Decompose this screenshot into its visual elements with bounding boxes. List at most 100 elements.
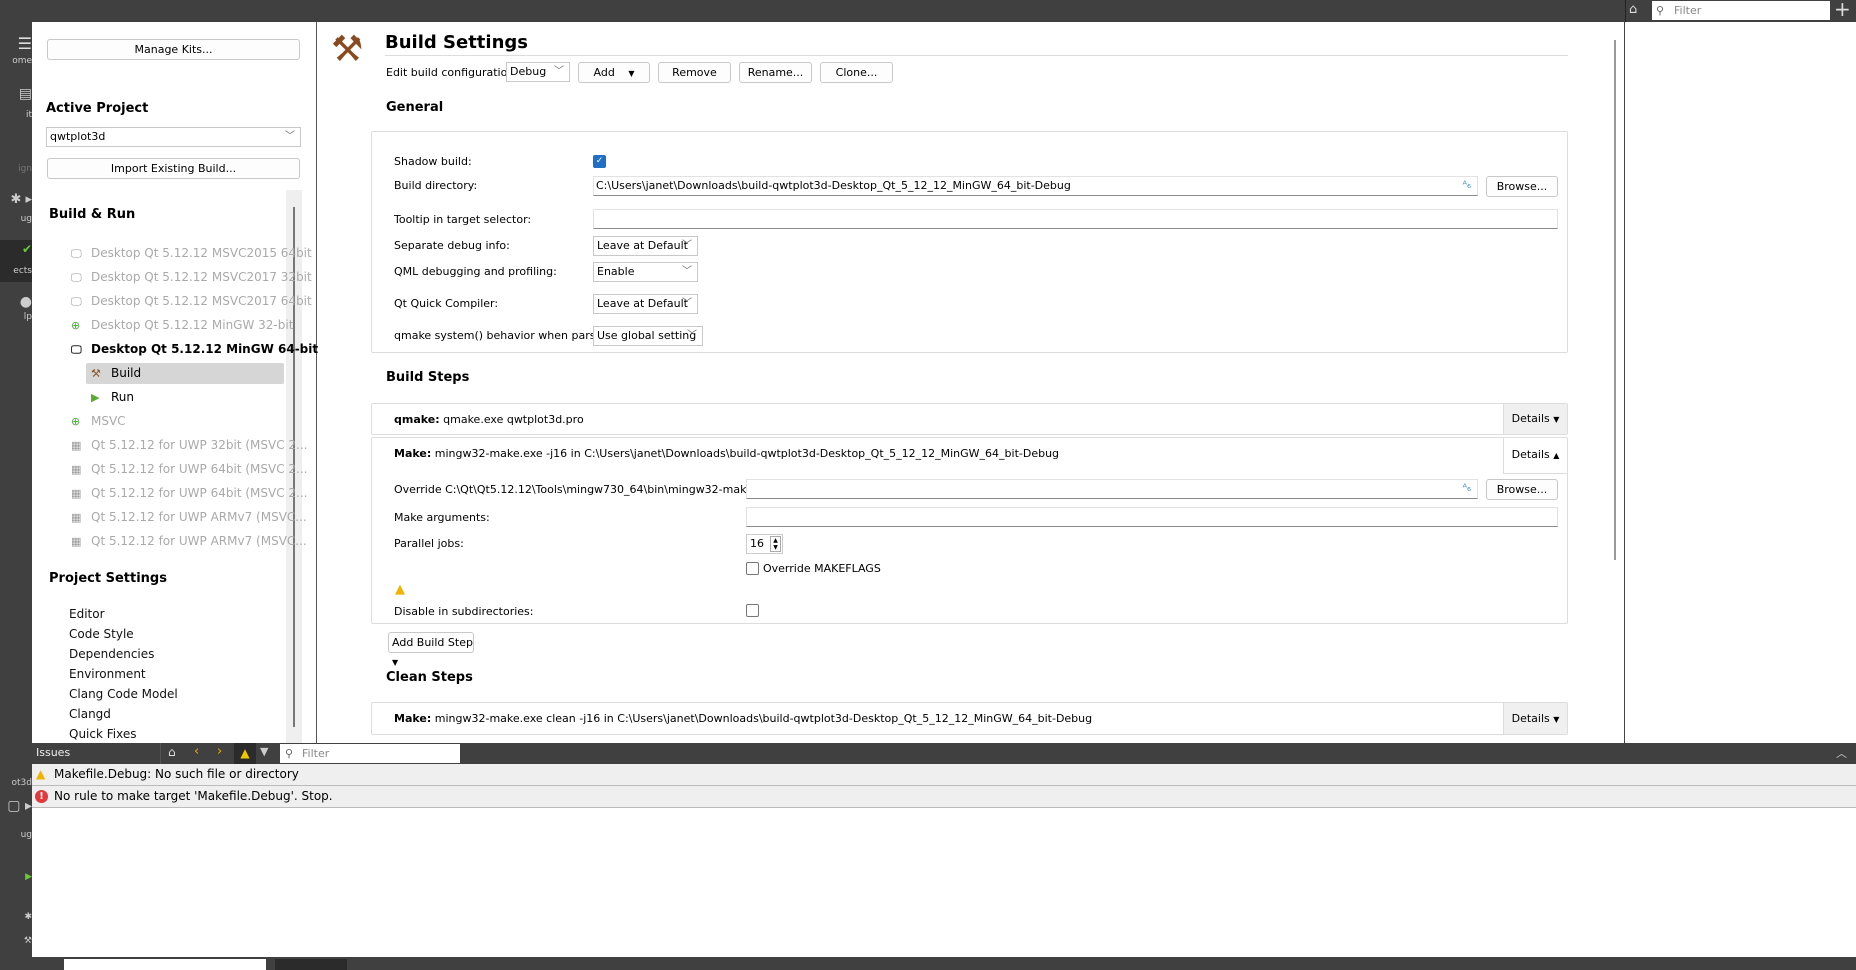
search-icon: ⚲ bbox=[1656, 4, 1665, 17]
mode-welcome[interactable]: ome bbox=[0, 56, 32, 66]
tooltip-input[interactable] bbox=[593, 209, 1558, 229]
qmake-system-select[interactable]: Use global setting ﹀ bbox=[593, 326, 703, 346]
mode-projects[interactable]: ects bbox=[0, 266, 32, 276]
previous-icon[interactable]: ‹ bbox=[194, 744, 199, 759]
issue-row-error[interactable]: ! No rule to make target 'Makefile.Debug'… bbox=[32, 786, 1856, 808]
maximize-pane-icon[interactable]: ︿ bbox=[1836, 745, 1847, 761]
build-dir-input[interactable]: C:\Users\janet\Downloads\build-qwtplot3d… bbox=[593, 176, 1478, 196]
qt-quick-compiler-select[interactable]: Leave at Default ﹀ bbox=[593, 294, 698, 314]
override-makeflags-checkbox[interactable] bbox=[746, 562, 759, 575]
collapse-arrow-icon: ▲ bbox=[1553, 451, 1560, 460]
sidebar-item-clangd[interactable]: Clangd bbox=[69, 707, 111, 721]
edit-icon[interactable]: ▤ bbox=[0, 86, 32, 102]
variable-chooser-icon[interactable]: ᴬ₆ bbox=[1463, 177, 1471, 195]
rename-config-button[interactable]: Rename... bbox=[739, 62, 812, 83]
mode-design[interactable]: ign bbox=[0, 164, 32, 174]
kit-item[interactable]: ⊕ MSVC bbox=[71, 411, 126, 431]
main-scrollbar[interactable] bbox=[1610, 40, 1620, 560]
output-tab-issues[interactable] bbox=[275, 959, 347, 970]
chevron-down-icon: ﹀ bbox=[682, 266, 692, 277]
clear-icon[interactable]: ⌂ bbox=[1629, 2, 1637, 17]
qmake-details-button[interactable]: Details ▼ bbox=[1503, 404, 1567, 434]
kit-item[interactable]: ⊕ Desktop Qt 5.12.12 MinGW 32-bit bbox=[71, 315, 293, 335]
edit-config-label: Edit build configuration: bbox=[386, 66, 519, 79]
sidebar-item-code-style[interactable]: Code Style bbox=[69, 627, 134, 641]
parallel-jobs-spinbox[interactable]: 16 ▲ ▼ bbox=[746, 534, 783, 554]
make-step: Make: mingw32-make.exe -j16 in C:\Users\… bbox=[371, 437, 1568, 624]
make-details-button[interactable]: Details ▲ bbox=[1503, 438, 1567, 474]
build-icon[interactable]: ⚒ bbox=[0, 936, 32, 946]
mode-help[interactable]: lp bbox=[0, 312, 32, 322]
locator-input[interactable] bbox=[64, 959, 266, 970]
mode-debug[interactable]: ug bbox=[0, 214, 32, 224]
kit-item[interactable]: ▦ Qt 5.12.12 for UWP 32bit (MSVC 2... bbox=[71, 435, 307, 455]
issues-filter-input[interactable]: ⚲ Filter bbox=[280, 744, 460, 763]
clear-icon[interactable]: ⌂ bbox=[168, 745, 176, 759]
chevron-down-icon: ﹀ bbox=[285, 131, 295, 142]
kit-item[interactable]: ▦ Qt 5.12.12 for UWP ARMv7 (MSVC... bbox=[71, 531, 307, 551]
kit-item[interactable]: ▦ Qt 5.12.12 for UWP 64bit (MSVC 2... bbox=[71, 459, 307, 479]
clone-config-button[interactable]: Clone... bbox=[820, 62, 893, 83]
shadow-build-checkbox[interactable]: ✓ bbox=[593, 155, 606, 168]
override-make-input[interactable]: ᴬ₆ bbox=[746, 479, 1478, 499]
sidebar-item-dependencies[interactable]: Dependencies bbox=[69, 647, 154, 661]
chevron-down-icon: ﹀ bbox=[687, 330, 697, 341]
kit-item[interactable]: ▦ Qt 5.12.12 for UWP 64bit (MSVC 2... bbox=[71, 483, 307, 503]
monitor-warning-icon: 🖵 bbox=[71, 247, 82, 260]
add-config-button[interactable]: Add ▼ bbox=[578, 62, 650, 83]
monitor-icon: 🖵 bbox=[71, 343, 82, 356]
build-config-selector[interactable]: Debug ﹀ bbox=[506, 62, 570, 82]
filter-icon[interactable]: ▼ bbox=[260, 745, 268, 758]
target-device-icon[interactable]: ▢ ▸ bbox=[0, 798, 32, 814]
build-run-heading: Build & Run bbox=[49, 207, 136, 222]
windows-warning-icon: ▦ bbox=[71, 463, 82, 476]
debug-run-icon[interactable]: ✱ bbox=[0, 912, 32, 922]
clean-details-button[interactable]: Details ▼ bbox=[1503, 703, 1567, 734]
disable-subdirs-checkbox[interactable] bbox=[746, 604, 759, 617]
next-icon[interactable]: › bbox=[217, 744, 222, 759]
kit-item[interactable]: ▦ Qt 5.12.12 for UWP ARMv7 (MSVC... bbox=[71, 507, 307, 527]
add-build-step-button[interactable]: Add Build Step ▼ bbox=[388, 632, 474, 667]
sidebar-item-quick-fixes[interactable]: Quick Fixes bbox=[69, 727, 136, 741]
title-divider bbox=[385, 55, 1568, 56]
error-icon: ! bbox=[35, 790, 48, 803]
sidebar-item-editor[interactable]: Editor bbox=[69, 607, 105, 621]
debug-icon[interactable]: ✱ ▸ bbox=[0, 192, 32, 207]
general-group bbox=[371, 131, 1568, 353]
sidebar-item-clang-code-model[interactable]: Clang Code Model bbox=[69, 687, 178, 701]
variable-chooser-icon[interactable]: ᴬ₆ bbox=[1463, 480, 1471, 498]
run-icon[interactable]: ▶ bbox=[0, 872, 32, 882]
spin-arrows-icon[interactable]: ▲ ▼ bbox=[770, 536, 781, 552]
remove-config-button[interactable]: Remove bbox=[658, 62, 731, 83]
project-selector[interactable]: qwtplot3d ﹀ bbox=[46, 127, 301, 147]
dropdown-arrow-icon: ▼ bbox=[628, 69, 635, 78]
make-arguments-input[interactable] bbox=[746, 507, 1558, 527]
sidebar-item-run[interactable]: ▶ Run bbox=[91, 387, 134, 407]
chevron-down-icon: ﹀ bbox=[554, 66, 564, 77]
browse-make-button[interactable]: Browse... bbox=[1486, 479, 1558, 500]
separate-debug-select[interactable]: Leave at Default ﹀ bbox=[593, 236, 698, 256]
sidebar-item-environment[interactable]: Environment bbox=[69, 667, 146, 681]
sidebar-item-build[interactable]: ⚒ Build bbox=[91, 363, 141, 383]
right-filter-input[interactable]: ⚲ Filter bbox=[1652, 1, 1830, 20]
kit-item-active[interactable]: 🖵 Desktop Qt 5.12.12 MinGW 64-bit bbox=[71, 339, 318, 359]
target-project[interactable]: ot3d bbox=[0, 778, 32, 788]
projects-icon[interactable]: ✔ bbox=[0, 242, 32, 256]
kit-item[interactable]: 🖵 Desktop Qt 5.12.12 MSVC2015 64bit bbox=[71, 243, 312, 263]
browse-build-dir-button[interactable]: Browse... bbox=[1486, 176, 1558, 197]
manage-kits-button[interactable]: Manage Kits... bbox=[47, 39, 300, 60]
monitor-warning-icon: 🖵 bbox=[71, 295, 82, 308]
kit-item[interactable]: 🖵 Desktop Qt 5.12.12 MSVC2017 32bit bbox=[71, 267, 312, 287]
home-icon[interactable]: ☰ bbox=[0, 34, 32, 53]
windows-warning-icon: ▦ bbox=[71, 487, 82, 500]
qml-debugging-select[interactable]: Enable ﹀ bbox=[593, 262, 698, 282]
help-icon[interactable]: ● bbox=[0, 294, 32, 310]
add-icon[interactable]: + bbox=[1834, 0, 1851, 21]
kit-item[interactable]: 🖵 Desktop Qt 5.12.12 MSVC2017 64bit bbox=[71, 291, 312, 311]
page-title: Build Settings bbox=[385, 32, 528, 53]
hammer-icon: ⚒ bbox=[91, 367, 101, 380]
issue-row-warning[interactable]: ▲ Makefile.Debug: No such file or directo… bbox=[32, 764, 1856, 786]
import-existing-build-button[interactable]: Import Existing Build... bbox=[47, 158, 300, 179]
warning-filter-icon[interactable]: ▲ bbox=[234, 743, 256, 764]
mode-edit[interactable]: it bbox=[0, 110, 32, 120]
